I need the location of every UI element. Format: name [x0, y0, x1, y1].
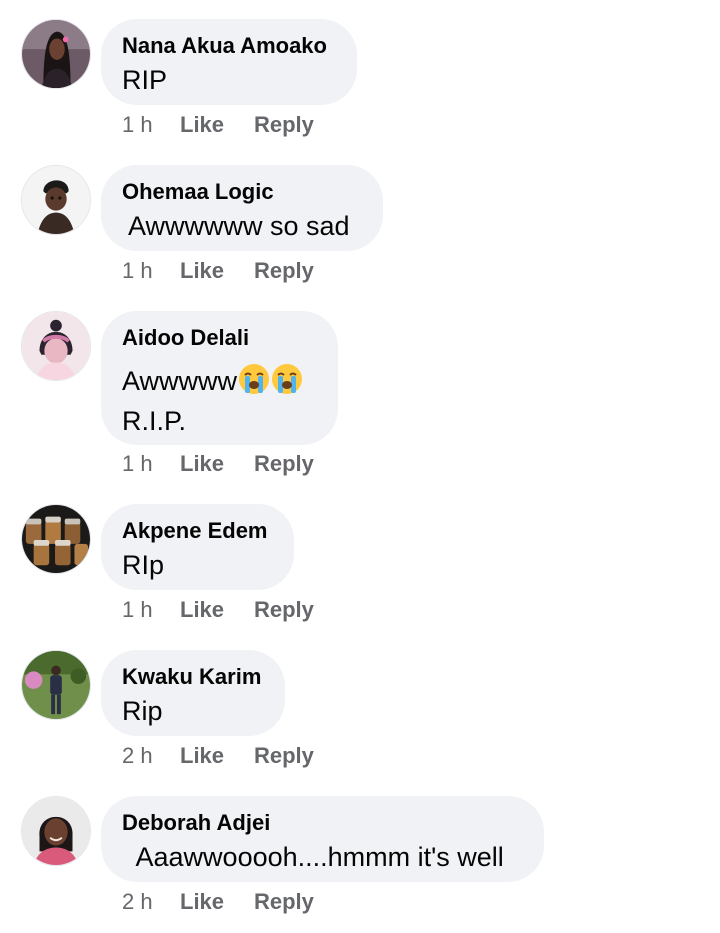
like-button[interactable]: Like [180, 258, 254, 284]
comment-actions: 2 h Like Reply [122, 743, 314, 769]
like-button[interactable]: Like [180, 451, 254, 477]
comment-time[interactable]: 1 h [122, 597, 180, 623]
comment-actions: 1 h Like Reply [122, 451, 314, 477]
comment-author[interactable]: Kwaku Karim [122, 664, 263, 690]
comment-actions: 1 h Like Reply [122, 258, 314, 284]
profile-photo-icon [22, 20, 90, 88]
comment-author[interactable]: Akpene Edem [122, 518, 272, 544]
comment-actions: 1 h Like Reply [122, 112, 314, 138]
reply-button[interactable]: Reply [254, 112, 314, 138]
comment-author[interactable]: Deborah Adjei [122, 810, 522, 836]
comment-actions: 1 h Like Reply [122, 597, 314, 623]
comment-time[interactable]: 2 h [122, 889, 180, 915]
avatar[interactable] [21, 165, 91, 235]
profile-photo-icon [22, 651, 90, 719]
loudly-crying-face-icon [271, 363, 303, 395]
comment-text: RIP [122, 65, 168, 95]
comment-text: Awwwwww so sad [122, 211, 350, 241]
comment-time[interactable]: 1 h [122, 451, 180, 477]
comment-text: R.I.P. [122, 406, 187, 436]
comment-bubble: Aidoo Delali Awwwww R.I.P. [101, 311, 338, 445]
profile-photo-icon [22, 312, 90, 380]
comment-author[interactable]: Ohemaa Logic [122, 179, 361, 205]
reply-button[interactable]: Reply [254, 258, 314, 284]
like-button[interactable]: Like [180, 597, 254, 623]
comment-text: Rip [122, 696, 163, 726]
comment-bubble: Deborah Adjei Aaawwooooh....hmmm it's we… [101, 796, 544, 882]
like-button[interactable]: Like [180, 743, 254, 769]
comment-actions: 2 h Like Reply [122, 889, 314, 915]
comment-text: Awwwww [122, 362, 316, 400]
comment-text: RIp [122, 550, 165, 580]
comment-author[interactable]: Aidoo Delali [122, 325, 316, 351]
comment-text-line: Awwwww [122, 366, 238, 396]
profile-photo-icon [22, 505, 90, 573]
comment-bubble: Akpene Edem RIp [101, 504, 294, 590]
reply-button[interactable]: Reply [254, 889, 314, 915]
comment-bubble: Ohemaa Logic Awwwwww so sad [101, 165, 383, 251]
like-button[interactable]: Like [180, 889, 254, 915]
comment-text: Aaawwooooh....hmmm it's well [122, 842, 504, 872]
comment-author[interactable]: Nana Akua Amoako [122, 33, 335, 59]
avatar[interactable] [21, 311, 91, 381]
reply-button[interactable]: Reply [254, 743, 314, 769]
avatar[interactable] [21, 650, 91, 720]
avatar[interactable] [21, 504, 91, 574]
reply-button[interactable]: Reply [254, 451, 314, 477]
avatar[interactable] [21, 19, 91, 89]
loudly-crying-face-icon [238, 363, 270, 395]
comment-bubble: Kwaku Karim Rip [101, 650, 285, 736]
like-button[interactable]: Like [180, 112, 254, 138]
avatar[interactable] [21, 796, 91, 866]
comment-time[interactable]: 1 h [122, 112, 180, 138]
profile-photo-icon [22, 166, 90, 234]
reply-button[interactable]: Reply [254, 597, 314, 623]
comment-time[interactable]: 2 h [122, 743, 180, 769]
profile-photo-icon [22, 797, 90, 865]
comment-bubble: Nana Akua Amoako RIP [101, 19, 357, 105]
comment-time[interactable]: 1 h [122, 258, 180, 284]
